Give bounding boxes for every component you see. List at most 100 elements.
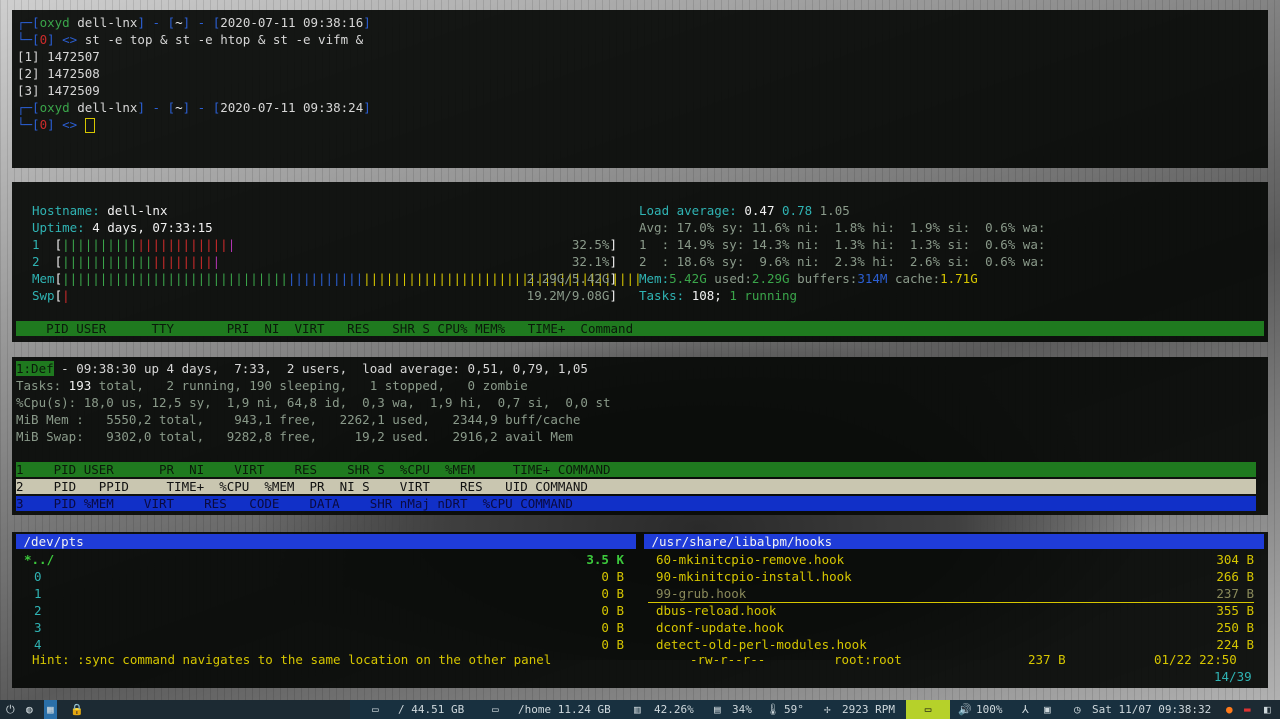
htop-cpu1-meter: 1 [||||||||||||||||||||||| 32.5%] — [32, 237, 617, 252]
vifm-file-date: 01/22 22:50 — [1154, 652, 1237, 667]
job-line-2: [2] 1472508 — [17, 66, 100, 81]
vifm-left-name: *../ — [24, 552, 55, 567]
top-cpu-line: %Cpu(s): 18,0 us, 12,5 sy, 1,9 ni, 64,8 … — [16, 395, 611, 410]
htop-hostname: Hostname: dell-lnx — [32, 203, 168, 218]
update-icon[interactable]: ▣ — [1044, 700, 1051, 719]
top-uptime: - 09:38:30 up 4 days, 7:33, 2 users, loa… — [53, 361, 588, 376]
vifm-right-row[interactable]: dconf-update.hook 250 B — [648, 619, 1254, 636]
htop-cpu1-detail: 1 : 14.9% sy: 14.3% ni: 1.3% hi: 1.3% si… — [639, 237, 1046, 252]
prompt-line-2: ┌─[oxyd dell-lnx] - [~] - [2020-07-11 09… — [17, 100, 371, 115]
top-tasks-line: Tasks: 193 total, 2 running, 190 sleepin… — [16, 378, 528, 393]
vifm-right-name: 60-mkinitcpio-remove.hook — [656, 552, 845, 567]
vifm-permissions: -rw-r--r-- — [690, 652, 766, 667]
vifm-right-path: /usr/share/libalpm/hooks — [644, 534, 1264, 549]
volume-level[interactable]: 100% — [976, 700, 1003, 719]
command-line: └─[0] <> st -e top & st -e htop & st -e … — [17, 32, 364, 47]
top-window-badge: 1:Def — [16, 361, 54, 376]
vifm-left-row[interactable]: 2 0 B — [24, 602, 624, 619]
vifm-right-size: 304 B — [1216, 552, 1254, 567]
htop-memory-detail: Mem:5.42G used:2.29G buffers:314M cache:… — [639, 271, 978, 286]
vifm-left-size: 0 B — [601, 620, 624, 635]
clock-icon: ◷ — [1074, 703, 1081, 716]
home-disk-usage: /home 11.24 GB — [518, 703, 611, 716]
vifm-right-row[interactable]: 60-mkinitcpio-remove.hook 304 B — [648, 551, 1254, 568]
htop-cpu-avg: Avg: 17.0% sy: 11.6% ni: 1.8% hi: 1.9% s… — [639, 220, 1046, 235]
top-header-window-3[interactable]: 3 PID %MEM VIRT RES CODE DATA SHR nMaj n… — [16, 496, 1256, 511]
prompt2-dir: ~ — [175, 100, 183, 115]
date-time: Sat 11/07 09:38:32 — [1092, 703, 1212, 716]
htop-column-header[interactable]: PID USER TTY PRI NI VIRT RES SHR S CPU% … — [16, 321, 1264, 336]
prompt2-user: oxyd — [39, 100, 70, 115]
prompt-user: oxyd — [39, 15, 70, 30]
vifm-left-size: 0 B — [601, 586, 624, 601]
volume-icon[interactable]: 🔊 — [958, 700, 972, 719]
thermometer-icon: 🌡 — [766, 703, 780, 716]
vifm-left-row[interactable]: 3 0 B — [24, 619, 624, 636]
vifm-left-row[interactable]: *../ 3.5 K — [24, 551, 624, 568]
vifm-file-size: 237 B — [1028, 652, 1066, 667]
prompt2-host: dell-lnx — [77, 100, 138, 115]
vifm-owner: root:root — [834, 652, 902, 667]
vifm-left-name: 3 — [34, 620, 42, 635]
input-line[interactable]: └─[0] <> — [17, 116, 95, 133]
prompt2-time: 2020-07-11 09:38:24 — [220, 100, 364, 115]
top-mem-line: MiB Mem : 5550,2 total, 943,1 free, 2262… — [16, 412, 581, 427]
shell-terminal[interactable]: ┌─[oxyd dell-lnx] - [~] - [2020-07-11 09… — [12, 10, 1268, 168]
vifm-right-size: 266 B — [1216, 569, 1254, 584]
htop-terminal[interactable]: Hostname: dell-lnx Uptime: 4 days, 07:33… — [12, 182, 1268, 342]
vifm-left-row[interactable]: 0 0 B — [24, 568, 624, 585]
vifm-right-name: 90-mkinitcpio-install.hook — [656, 569, 852, 584]
ram-usage: 42.26% — [654, 703, 694, 716]
prompt-time: 2020-07-11 09:38:16 — [220, 15, 364, 30]
job-line-1: [1] 1472507 — [17, 49, 100, 64]
vifm-left-size: 3.5 K — [586, 552, 624, 567]
home-disk-icon: ▭ — [492, 703, 499, 716]
vifm-right-row[interactable]: dbus-reload.hook 355 B — [648, 602, 1254, 619]
network-icon[interactable]: ⅄ — [1022, 700, 1029, 719]
workspace-icon[interactable]: ▦ — [44, 700, 57, 719]
menu-icon[interactable]: ⏻ — [6, 700, 15, 719]
vifm-right-size: 237 B — [1216, 586, 1254, 601]
vifm-right-name: detect-old-perl-modules.hook — [656, 637, 867, 652]
vifm-left-name: 0 — [34, 569, 42, 584]
command-text: st -e top & st -e htop & st -e vifm & — [84, 32, 364, 47]
vifm-right-row[interactable]: 99-grub.hook 237 B — [648, 585, 1254, 603]
top-terminal[interactable]: 1:Def - 09:38:30 up 4 days, 7:33, 2 user… — [12, 357, 1268, 515]
vifm-position: 14/39 — [1214, 669, 1252, 684]
vifm-right-size: 355 B — [1216, 603, 1254, 618]
cursor — [84, 118, 95, 133]
web-icon[interactable]: ◍ — [26, 700, 33, 719]
htop-swap-meter: Swp[| 19.2M/9.08G] — [32, 288, 617, 303]
vifm-left-size: 0 B — [601, 569, 624, 584]
firefox-icon[interactable]: ● — [1226, 700, 1233, 719]
tray-icon[interactable]: ◧ — [1264, 700, 1271, 719]
vifm-right-name: 99-grub.hook — [656, 586, 747, 601]
disk-icon: ▭ — [372, 703, 379, 716]
keyboard-layout-flag-icon[interactable]: ▬ — [1244, 700, 1251, 719]
vifm-right-row[interactable]: 90-mkinitcpio-install.hook 266 B — [648, 568, 1254, 585]
cpu-temp: 59° — [784, 703, 804, 716]
status-modules — [350, 700, 1180, 719]
prompt-line-1: ┌─[oxyd dell-lnx] - [~] - [2020-07-11 09… — [17, 15, 371, 30]
top-summary-line: 1:Def - 09:38:30 up 4 days, 7:33, 2 user… — [16, 360, 588, 377]
vifm-left-row[interactable]: 1 0 B — [24, 585, 624, 602]
battery-icon[interactable]: ▭ — [906, 700, 950, 719]
htop-mem-meter: Mem[||||||||||||||||||||||||||||||||||||… — [32, 271, 642, 286]
top-header-window-1[interactable]: 1 PID USER PR NI VIRT RES SHR S %CPU %ME… — [16, 462, 1256, 477]
top-header-window-2[interactable]: 2 PID PPID TIME+ %CPU %MEM PR NI S VIRT … — [16, 479, 1256, 494]
htop-load: Load average: 0.47 0.78 1.05 — [639, 203, 850, 218]
vifm-left-size: 0 B — [601, 637, 624, 652]
job-line-3: [3] 1472509 — [17, 83, 100, 98]
cpu-icon: ▤ — [714, 703, 721, 716]
ram-icon: ▥ — [634, 703, 641, 716]
vifm-right-name: dbus-reload.hook — [656, 603, 777, 618]
vifm-left-size: 0 B — [601, 603, 624, 618]
lock-icon[interactable]: 🔒 — [70, 700, 84, 719]
vifm-terminal[interactable]: /dev/pts /usr/share/libalpm/hooks *../ 3.… — [12, 532, 1268, 688]
htop-cpu2-meter: 2 [||||||||||||||||||||| 32.1%] — [32, 254, 617, 269]
htop-cpu2-detail: 2 : 18.6% sy: 9.6% ni: 2.3% hi: 2.6% si:… — [639, 254, 1046, 269]
vifm-left-name: 4 — [34, 637, 42, 652]
cpu-usage: 34% — [732, 703, 752, 716]
vifm-left-name: 2 — [34, 603, 42, 618]
vifm-right-name: dconf-update.hook — [656, 620, 784, 635]
